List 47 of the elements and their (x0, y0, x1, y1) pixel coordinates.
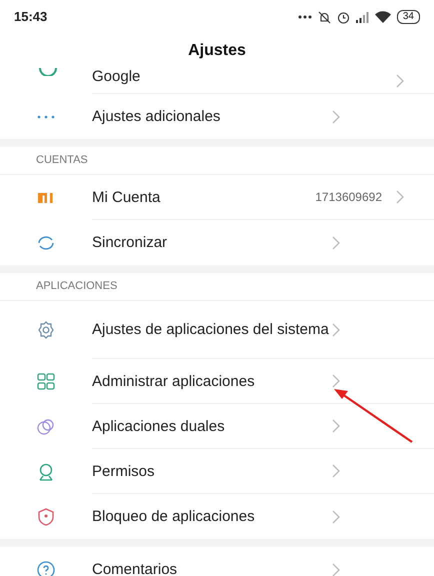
chevron-icon (332, 562, 340, 576)
chevron-icon (332, 236, 340, 250)
wifi-icon (374, 11, 391, 23)
row-label: Administrar aplicaciones (92, 372, 256, 390)
row-label: Google (92, 68, 142, 85)
section-header: CUENTAS (36, 153, 88, 168)
settings-row[interactable]: Permisos (0, 449, 434, 494)
section-header: APLICACIONES (36, 279, 118, 294)
more-icon (298, 15, 312, 19)
row-label: Comentarios (92, 561, 178, 576)
chevron-icon (332, 374, 340, 388)
gear-icon (36, 320, 56, 340)
settings-row[interactable]: Ajustes de aplicaciones del sistema (0, 301, 434, 359)
more-icon (36, 114, 56, 118)
alarm-icon (336, 10, 350, 24)
rings-icon (36, 416, 56, 436)
chevron-icon (332, 110, 340, 124)
chevron-icon (332, 419, 340, 433)
settings-row[interactable]: Google (0, 68, 434, 94)
row-label: Ajustes de aplicaciones del sistema (92, 321, 330, 338)
chevron-icon (332, 510, 340, 524)
chevron-icon (332, 464, 340, 478)
row-label: Bloqueo de aplicaciones (92, 508, 256, 525)
help-icon (36, 560, 56, 576)
chevron-icon (396, 74, 404, 88)
settings-row[interactable]: Mi Cuenta 1713609692 (0, 175, 434, 220)
row-label: Ajustes adicionales (92, 108, 222, 125)
row-label: Sincronizar (92, 234, 168, 251)
row-label: Aplicaciones duales (92, 418, 226, 434)
shield-icon (36, 506, 56, 526)
row-label: Mi Cuenta (92, 188, 162, 206)
battery-indicator: 34 (396, 10, 420, 24)
chevron-icon (396, 190, 404, 204)
logo-icon (37, 192, 55, 204)
settings-row[interactable]: Bloqueo de aplicaciones (0, 494, 434, 539)
row-value: 1713609692 (315, 189, 382, 206)
status-time: 15:43 (14, 8, 48, 26)
grid-icon (36, 372, 56, 392)
signal-icon (356, 12, 369, 22)
mute-icon (318, 10, 331, 24)
settings-row[interactable]: Comentarios (0, 547, 434, 576)
settings-row[interactable]: Ajustes adicionales (0, 94, 434, 139)
settings-row[interactable]: Sincronizar (0, 220, 434, 265)
page-title: Ajustes (188, 41, 246, 61)
settings-row[interactable]: Aplicaciones duales (0, 404, 434, 449)
chevron-icon (332, 322, 340, 336)
row-label: Permisos (92, 462, 156, 480)
